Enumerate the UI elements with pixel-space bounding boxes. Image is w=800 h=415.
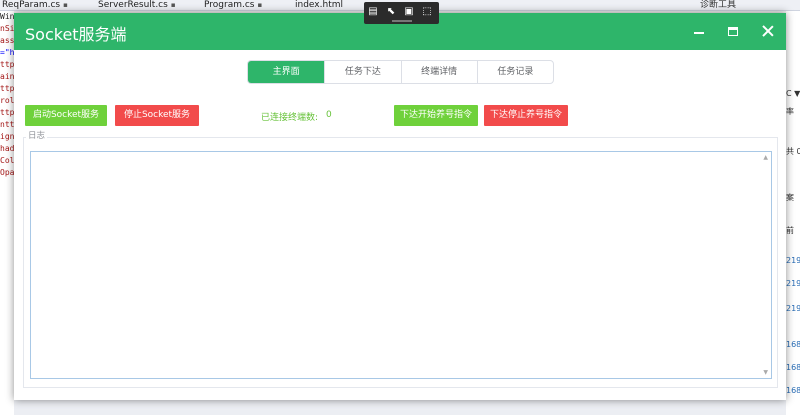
- toolbar-grip[interactable]: [392, 20, 412, 22]
- panel-text: C ▼: [786, 89, 800, 98]
- code-line: igno: [0, 132, 14, 141]
- maximize-button[interactable]: [716, 13, 750, 50]
- code-line: ttp: [0, 84, 14, 93]
- close-button[interactable]: [751, 13, 785, 50]
- send-stop-command-button[interactable]: 下达停止养号指令: [484, 105, 568, 126]
- start-socket-button[interactable]: 启动Socket服务: [25, 105, 107, 126]
- minimize-button[interactable]: [682, 13, 716, 50]
- code-line: Wind: [0, 12, 14, 21]
- panel-text: 案: [786, 193, 794, 202]
- stop-socket-button[interactable]: 停止Socket服务: [115, 105, 199, 126]
- panel-text: 168: [786, 386, 800, 395]
- pin-icon: ▪: [257, 1, 263, 9]
- main-tabs: 主界面 任务下达 终端详情 任务记录: [247, 60, 554, 84]
- panel-text: 前: [786, 226, 794, 235]
- scroll-down-icon[interactable]: ▼: [763, 369, 768, 376]
- send-start-command-button[interactable]: 下达开始养号指令: [394, 105, 478, 126]
- panel-text: 219: [786, 304, 800, 313]
- ide-tab-program[interactable]: Program.cs ▪: [204, 0, 262, 11]
- code-line: ttp: [0, 60, 14, 69]
- minimize-icon: [694, 32, 704, 34]
- panel-text: 168: [786, 340, 800, 349]
- ide-bottom-strip: [14, 400, 786, 415]
- select-element-icon[interactable]: ⬉: [385, 6, 397, 18]
- panel-text: 219: [786, 256, 800, 265]
- code-line: nSin: [0, 24, 14, 33]
- ide-code-editor: Wind nSin ass= ="h ttp ain" ttp rols ttp…: [0, 11, 14, 415]
- ide-tab-reqparam[interactable]: ReqParam.cs ▪: [2, 0, 68, 11]
- code-line: ain": [0, 72, 14, 81]
- ide-diagnostics-panel: C ▼ 率 共 0 案 前 219 219 219 168 168 168: [786, 11, 800, 415]
- code-line: hado: [0, 144, 14, 153]
- code-line: rols: [0, 96, 14, 105]
- tab-task-dispatch[interactable]: 任务下达: [324, 61, 400, 83]
- live-tree-icon[interactable]: ▤: [367, 6, 379, 18]
- tab-terminal-details[interactable]: 终端详情: [400, 61, 477, 83]
- panel-text: 219: [786, 279, 800, 288]
- track-focus-icon[interactable]: ⬚: [421, 6, 433, 18]
- log-legend: 日志: [26, 129, 48, 141]
- code-line: ="h: [0, 48, 14, 57]
- debug-toolbar: ▤ ⬉ ▣ ⬚: [364, 2, 439, 24]
- pin-icon: ▪: [63, 1, 68, 9]
- panel-text: 率: [786, 107, 794, 116]
- connected-terminals-label: 已连接终端数:: [261, 113, 319, 123]
- window-title: Socket服务端: [25, 25, 127, 44]
- pin-icon: ▪: [170, 1, 176, 9]
- log-textarea[interactable]: ▲ ▼: [30, 151, 772, 379]
- code-line: ass=: [0, 36, 14, 45]
- ide-tab-index[interactable]: index.html: [295, 0, 343, 11]
- code-line: ttp: [0, 108, 14, 117]
- ide-diagnostics-title: 诊断工具: [700, 0, 737, 10]
- scroll-up-icon[interactable]: ▲: [763, 154, 768, 161]
- connected-terminals-count: 0: [326, 110, 332, 120]
- close-icon: [762, 25, 774, 37]
- code-line: Col: [0, 156, 14, 165]
- code-line: ntt: [0, 120, 14, 129]
- panel-text: 共 0: [786, 147, 800, 156]
- display-adorners-icon[interactable]: ▣: [403, 6, 415, 18]
- tab-task-records[interactable]: 任务记录: [476, 61, 553, 83]
- tab-main[interactable]: 主界面: [248, 61, 325, 83]
- code-line: Opa: [0, 168, 14, 177]
- panel-text: 168: [786, 363, 800, 372]
- ide-tab-serverresult[interactable]: ServerResult.cs ▪: [98, 0, 176, 11]
- app-window: Socket服务端 主界面 任务下达 终端详情 任务记录 启动Socket服务 …: [14, 13, 786, 400]
- maximize-icon: [728, 27, 738, 36]
